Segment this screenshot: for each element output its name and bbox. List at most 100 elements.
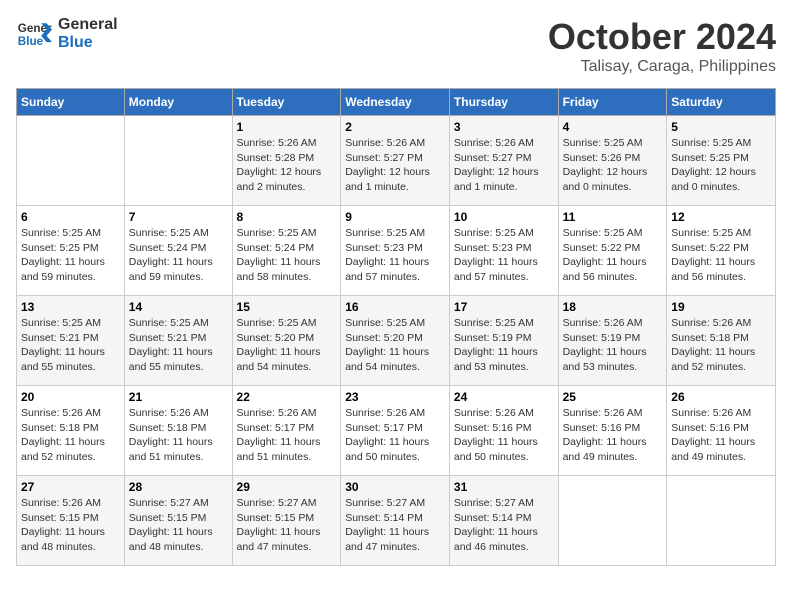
day-number: 14 [129, 300, 228, 314]
day-info: Sunrise: 5:26 AMSunset: 5:17 PMDaylight:… [345, 406, 445, 465]
day-info: Sunrise: 5:25 AMSunset: 5:21 PMDaylight:… [129, 316, 228, 375]
calendar-cell: 18Sunrise: 5:26 AMSunset: 5:19 PMDayligh… [558, 296, 667, 386]
day-number: 26 [671, 390, 771, 404]
calendar-cell: 26 Sunrise: 5:26 AMSunset: 5:16 PMDayligh… [667, 386, 776, 476]
day-number: 16 [345, 300, 445, 314]
day-number: 27 [21, 480, 120, 494]
calendar-cell: 29 Sunrise: 5:27 AMSunset: 5:15 PMDayligh… [232, 476, 341, 566]
weekday-header-wednesday: Wednesday [341, 89, 450, 116]
calendar-cell: 17 Sunrise: 5:25 AMSunset: 5:19 PMDayligh… [449, 296, 558, 386]
calendar-cell [558, 476, 667, 566]
logo: General Blue General Blue [16, 16, 118, 52]
logo-blue: Blue [58, 34, 118, 52]
day-info: Sunrise: 5:25 AMSunset: 5:23 PMDaylight:… [345, 226, 445, 285]
day-info: Sunrise: 5:26 AMSunset: 5:19 PMDaylight:… [563, 316, 663, 375]
calendar-cell: 6 Sunrise: 5:25 AMSunset: 5:25 PMDaylight… [17, 206, 125, 296]
calendar-cell: 9 Sunrise: 5:25 AMSunset: 5:23 PMDaylight… [341, 206, 450, 296]
day-info: Sunrise: 5:26 AMSunset: 5:18 PMDaylight:… [671, 316, 771, 375]
day-info: Sunrise: 5:26 AMSunset: 5:16 PMDaylight:… [563, 406, 663, 465]
calendar-cell: 31Sunrise: 5:27 AMSunset: 5:14 PMDayligh… [449, 476, 558, 566]
day-info: Sunrise: 5:26 AMSunset: 5:15 PMDaylight:… [21, 496, 120, 555]
day-info: Sunrise: 5:27 AMSunset: 5:15 PMDaylight:… [237, 496, 337, 555]
calendar-cell: 25Sunrise: 5:26 AMSunset: 5:16 PMDayligh… [558, 386, 667, 476]
calendar-cell: 1 Sunrise: 5:26 AMSunset: 5:28 PMDaylight… [232, 116, 341, 206]
calendar-cell: 27 Sunrise: 5:26 AMSunset: 5:15 PMDayligh… [17, 476, 125, 566]
day-info: Sunrise: 5:25 AMSunset: 5:25 PMDaylight:… [21, 226, 120, 285]
weekday-header-tuesday: Tuesday [232, 89, 341, 116]
weekday-header-friday: Friday [558, 89, 667, 116]
day-info: Sunrise: 5:27 AMSunset: 5:14 PMDaylight:… [345, 496, 445, 555]
day-number: 28 [129, 480, 228, 494]
day-info: Sunrise: 5:25 AMSunset: 5:20 PMDaylight:… [237, 316, 337, 375]
day-number: 22 [237, 390, 337, 404]
day-info: Sunrise: 5:25 AMSunset: 5:24 PMDaylight:… [237, 226, 337, 285]
day-info: Sunrise: 5:27 AMSunset: 5:15 PMDaylight:… [129, 496, 228, 555]
calendar-cell: 8 Sunrise: 5:25 AMSunset: 5:24 PMDaylight… [232, 206, 341, 296]
day-number: 12 [671, 210, 771, 224]
day-info: Sunrise: 5:25 AMSunset: 5:20 PMDaylight:… [345, 316, 445, 375]
day-number: 23 [345, 390, 445, 404]
day-number: 15 [237, 300, 337, 314]
calendar-cell: 10Sunrise: 5:25 AMSunset: 5:23 PMDayligh… [449, 206, 558, 296]
day-info: Sunrise: 5:26 AMSunset: 5:17 PMDaylight:… [237, 406, 337, 465]
day-info: Sunrise: 5:25 AMSunset: 5:22 PMDaylight:… [671, 226, 771, 285]
location-subtitle: Talisay, Caraga, Philippines [548, 58, 776, 76]
day-info: Sunrise: 5:26 AMSunset: 5:16 PMDaylight:… [454, 406, 554, 465]
day-number: 17 [454, 300, 554, 314]
logo-icon: General Blue [16, 16, 52, 52]
logo-general: General [58, 16, 118, 34]
day-info: Sunrise: 5:26 AMSunset: 5:16 PMDaylight:… [671, 406, 771, 465]
title-block: October 2024 Talisay, Caraga, Philippine… [548, 16, 776, 76]
page-header: General Blue General Blue October 2024 T… [16, 16, 776, 76]
day-info: Sunrise: 5:25 AMSunset: 5:22 PMDaylight:… [563, 226, 663, 285]
day-number: 20 [21, 390, 120, 404]
calendar-cell: 28 Sunrise: 5:27 AMSunset: 5:15 PMDayligh… [124, 476, 232, 566]
calendar-cell: 16 Sunrise: 5:25 AMSunset: 5:20 PMDayligh… [341, 296, 450, 386]
day-info: Sunrise: 5:25 AMSunset: 5:24 PMDaylight:… [129, 226, 228, 285]
day-number: 8 [237, 210, 337, 224]
day-number: 4 [563, 120, 663, 134]
calendar-cell: 22 Sunrise: 5:26 AMSunset: 5:17 PMDayligh… [232, 386, 341, 476]
calendar-cell: 11 Sunrise: 5:25 AMSunset: 5:22 PMDayligh… [558, 206, 667, 296]
calendar-cell: 3Sunrise: 5:26 AMSunset: 5:27 PMDaylight… [449, 116, 558, 206]
calendar-cell: 15 Sunrise: 5:25 AMSunset: 5:20 PMDayligh… [232, 296, 341, 386]
weekday-header-saturday: Saturday [667, 89, 776, 116]
calendar-cell: 2Sunrise: 5:26 AMSunset: 5:27 PMDaylight… [341, 116, 450, 206]
day-number: 11 [563, 210, 663, 224]
day-number: 7 [129, 210, 228, 224]
day-number: 13 [21, 300, 120, 314]
calendar-cell: 30 Sunrise: 5:27 AMSunset: 5:14 PMDayligh… [341, 476, 450, 566]
calendar-cell: 7 Sunrise: 5:25 AMSunset: 5:24 PMDaylight… [124, 206, 232, 296]
day-number: 6 [21, 210, 120, 224]
day-info: Sunrise: 5:26 AMSunset: 5:18 PMDaylight:… [21, 406, 120, 465]
svg-text:Blue: Blue [18, 35, 44, 48]
calendar-table: SundayMondayTuesdayWednesdayThursdayFrid… [16, 88, 776, 566]
day-number: 30 [345, 480, 445, 494]
calendar-cell [17, 116, 125, 206]
day-number: 9 [345, 210, 445, 224]
day-number: 1 [237, 120, 337, 134]
calendar-cell: 4 Sunrise: 5:25 AMSunset: 5:26 PMDaylight… [558, 116, 667, 206]
calendar-cell [667, 476, 776, 566]
day-info: Sunrise: 5:25 AMSunset: 5:21 PMDaylight:… [21, 316, 120, 375]
weekday-header-thursday: Thursday [449, 89, 558, 116]
day-number: 2 [345, 120, 445, 134]
calendar-cell: 12 Sunrise: 5:25 AMSunset: 5:22 PMDayligh… [667, 206, 776, 296]
calendar-cell [124, 116, 232, 206]
day-info: Sunrise: 5:25 AMSunset: 5:26 PMDaylight:… [563, 136, 663, 195]
calendar-cell: 19Sunrise: 5:26 AMSunset: 5:18 PMDayligh… [667, 296, 776, 386]
day-number: 3 [454, 120, 554, 134]
day-number: 21 [129, 390, 228, 404]
day-number: 24 [454, 390, 554, 404]
day-number: 5 [671, 120, 771, 134]
day-number: 31 [454, 480, 554, 494]
day-info: Sunrise: 5:25 AMSunset: 5:23 PMDaylight:… [454, 226, 554, 285]
day-number: 29 [237, 480, 337, 494]
weekday-header-monday: Monday [124, 89, 232, 116]
calendar-cell: 5Sunrise: 5:25 AMSunset: 5:25 PMDaylight… [667, 116, 776, 206]
month-title: October 2024 [548, 16, 776, 58]
calendar-cell: 13 Sunrise: 5:25 AMSunset: 5:21 PMDayligh… [17, 296, 125, 386]
calendar-cell: 23 Sunrise: 5:26 AMSunset: 5:17 PMDayligh… [341, 386, 450, 476]
day-info: Sunrise: 5:26 AMSunset: 5:28 PMDaylight:… [237, 136, 337, 195]
day-info: Sunrise: 5:25 AMSunset: 5:19 PMDaylight:… [454, 316, 554, 375]
